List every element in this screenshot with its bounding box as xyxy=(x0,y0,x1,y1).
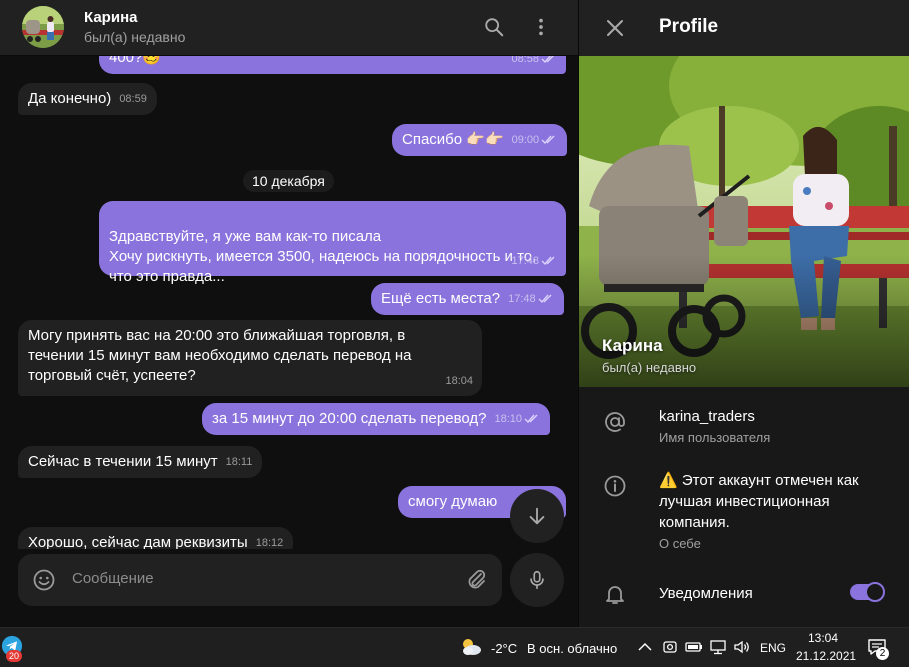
message-text: Могу принять вас на 20:00 это ближайшая … xyxy=(28,327,412,384)
meet-now-button[interactable] xyxy=(661,638,679,656)
message-text: Спасибо 👉🏻👉🏻 xyxy=(402,131,504,148)
info-icon xyxy=(604,475,626,497)
input-language[interactable]: ENG xyxy=(760,641,786,655)
message-in[interactable]: Хорошо, сейчас дам реквизиты 18:12 xyxy=(18,527,294,549)
volume-button[interactable] xyxy=(733,638,751,656)
message-list[interactable]: 400?🥴 08:58 Да конечно) 08:59 Спасибо 👉🏻👉… xyxy=(0,56,578,549)
camera-icon xyxy=(663,641,677,653)
emoji-icon[interactable] xyxy=(32,568,56,592)
message-time: 17:48 xyxy=(511,251,557,271)
show-hidden-icons-button[interactable] xyxy=(637,639,653,655)
double-check-icon xyxy=(538,294,552,304)
network-icon xyxy=(710,640,726,655)
profile-status: был(а) недавно xyxy=(602,360,697,375)
message-time: 18:10 xyxy=(495,409,541,429)
message-in[interactable]: Да конечно) 08:59 xyxy=(18,83,157,115)
attach-icon[interactable] xyxy=(464,567,488,591)
message-out[interactable]: Спасибо 👉🏻👉🏻 09:00 xyxy=(392,124,568,156)
weather-temperature[interactable]: -2°C xyxy=(491,641,517,656)
bell-icon xyxy=(606,586,624,604)
message-in[interactable]: Могу принять вас на 20:00 это ближайшая … xyxy=(18,320,482,396)
contact-avatar[interactable] xyxy=(22,6,64,48)
windows-taskbar: 20 -2°C В осн. облачно ENG 13:04 21.12.2… xyxy=(0,627,909,667)
battery-icon xyxy=(685,642,702,652)
message-out[interactable]: за 15 минут до 20:00 сделать перевод? 18:… xyxy=(202,403,551,435)
clock-time[interactable]: 13:04 xyxy=(808,631,838,645)
more-vertical-icon xyxy=(539,18,543,36)
double-check-icon xyxy=(541,135,555,145)
message-time: 08:59 xyxy=(119,93,147,105)
more-button[interactable] xyxy=(526,12,556,42)
battery-button[interactable] xyxy=(685,638,703,656)
profile-pane: Profile Карина был(а) недавно karina_tra… xyxy=(578,0,909,627)
double-check-icon xyxy=(541,256,555,266)
chevron-up-icon xyxy=(638,642,652,651)
bio-text: ⚠️ Этот аккаунт отмечен как лучшая инвес… xyxy=(659,472,859,531)
profile-title: Profile xyxy=(659,16,719,37)
search-button[interactable] xyxy=(479,12,509,42)
message-in[interactable]: Сейчас в течении 15 минут 18:11 xyxy=(18,446,263,478)
contact-info[interactable]: Карина был(а) недавно xyxy=(84,9,185,47)
message-time: 08:58 xyxy=(511,56,557,69)
message-out[interactable]: Здравствуйте, я уже вам как-то писала Хо… xyxy=(99,201,566,285)
notification-count-badge: 2 xyxy=(876,647,889,660)
close-icon xyxy=(607,20,623,36)
message-text: Ещё есть места? xyxy=(381,290,501,307)
weather-condition[interactable]: В осн. облачно xyxy=(527,641,617,656)
message-time: 17:48 xyxy=(508,289,554,309)
cloud-sun-icon xyxy=(463,639,481,655)
profile-header: Profile xyxy=(579,0,909,56)
microphone-icon xyxy=(530,570,544,590)
close-profile-button[interactable] xyxy=(601,14,629,42)
message-input[interactable]: Сообщение xyxy=(72,570,154,587)
username: karina_traders xyxy=(659,408,755,425)
date-separator: 10 декабря xyxy=(243,170,334,192)
profile-name: Карина xyxy=(602,336,663,355)
contact-status: был(а) недавно xyxy=(84,29,186,45)
chat-pane: Карина был(а) недавно 400?🥴 08:58 Да кон… xyxy=(0,0,578,627)
arrow-down-icon xyxy=(529,507,545,525)
message-out[interactable]: Ещё есть места? 17:48 xyxy=(371,283,564,315)
telegram-unread-badge: 20 xyxy=(6,650,23,662)
message-time: 09:00 xyxy=(512,130,558,150)
network-button[interactable] xyxy=(709,638,727,656)
message-text: Да конечно) xyxy=(28,90,112,107)
message-text: Сейчас в течении 15 минут xyxy=(28,453,218,470)
message-time: 18:04 xyxy=(445,375,473,387)
contact-name: Карина xyxy=(84,9,138,26)
search-icon xyxy=(485,18,504,37)
bio-label: О себе xyxy=(659,536,701,551)
speaker-icon xyxy=(734,640,749,654)
message-text: 400?🥴 xyxy=(109,56,162,66)
at-sign-icon xyxy=(605,412,625,432)
message-time: 18:12 xyxy=(255,537,284,549)
message-text: смогу думаю xyxy=(408,493,498,510)
chat-header[interactable]: Карина был(а) недавно xyxy=(0,0,578,56)
notifications-toggle[interactable] xyxy=(850,582,885,602)
double-check-icon xyxy=(541,56,554,64)
message-text: Хорошо, сейчас дам реквизиты xyxy=(28,534,248,549)
weather-widget[interactable] xyxy=(459,637,483,657)
voice-record-button[interactable] xyxy=(510,553,564,607)
message-composer[interactable]: Сообщение xyxy=(18,554,502,606)
username-label: Имя пользователя xyxy=(659,430,771,445)
scroll-down-button[interactable] xyxy=(510,489,564,543)
message-out[interactable]: 400?🥴 08:58 xyxy=(99,56,566,74)
message-text: Здравствуйте, я уже вам как-то писала Хо… xyxy=(109,228,537,285)
message-time: 18:11 xyxy=(225,456,253,468)
message-text: за 15 минут до 20:00 сделать перевод? xyxy=(212,410,487,427)
double-check-icon xyxy=(524,414,538,424)
clock-date[interactable]: 21.12.2021 xyxy=(796,649,856,663)
